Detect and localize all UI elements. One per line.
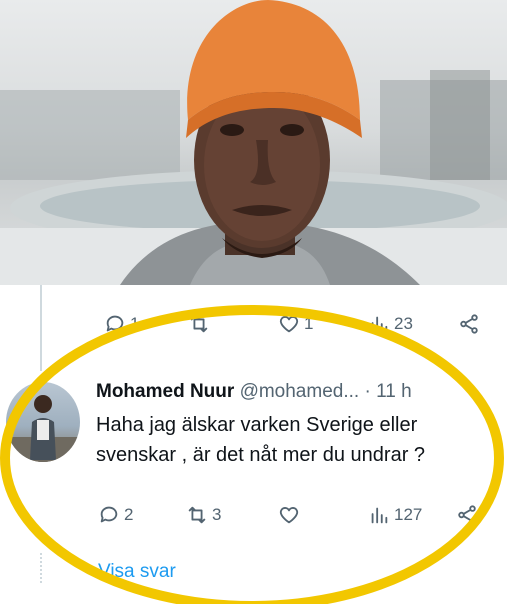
like-action[interactable]	[278, 504, 300, 526]
reply-count: 2	[124, 505, 134, 524]
retweet-icon	[190, 315, 208, 333]
portrait-image	[0, 0, 507, 285]
views-action-top[interactable]: 23	[368, 313, 413, 335]
retweet-action-top[interactable]	[188, 313, 210, 335]
views-icon	[371, 507, 388, 524]
avatar[interactable]	[6, 382, 80, 462]
like-count: 1	[304, 314, 314, 333]
author-handle[interactable]: @mohamed...	[240, 381, 360, 402]
reply-count: 1	[130, 314, 140, 333]
tweet-header: Mohamed Nuur @mohamed... · 11 h	[96, 381, 412, 403]
tweet-text-line-1: Haha jag älskar varken Sverige eller	[96, 414, 418, 436]
tweet-text: Haha jag älskar varken Sverige eller sve…	[96, 410, 486, 470]
thread-connector-line	[40, 285, 42, 371]
share-icon	[460, 314, 478, 334]
views-icon	[371, 316, 388, 333]
tweet-text-line-2: svenskar , är det nåt mer du undrar ?	[96, 444, 426, 466]
views-count: 127	[394, 505, 423, 524]
separator-dot: ·	[364, 381, 371, 402]
heart-icon	[279, 507, 299, 524]
retweet-icon	[188, 506, 206, 524]
avatar-image	[6, 395, 80, 462]
share-action[interactable]	[456, 504, 478, 526]
views-action[interactable]: 127	[368, 504, 422, 526]
reply-action-top[interactable]: 1	[104, 313, 139, 335]
timestamp[interactable]: 11 h	[376, 381, 412, 402]
reply-icon	[106, 315, 124, 332]
tweet-screenshot: 1 1 23 Mohamed Nuur @mohamed... · 11 h H…	[0, 285, 507, 604]
share-icon	[458, 505, 476, 525]
views-count: 23	[394, 314, 413, 333]
reply-action[interactable]: 2	[98, 504, 133, 526]
show-replies-link[interactable]: Visa svar	[98, 561, 176, 583]
retweet-count: 3	[212, 505, 222, 524]
retweet-action[interactable]: 3	[186, 504, 221, 526]
reply-icon	[100, 506, 118, 523]
like-action-top[interactable]: 1	[278, 313, 313, 335]
heart-icon	[279, 316, 299, 333]
thread-connector-dotted	[40, 553, 42, 583]
news-photo	[0, 0, 507, 285]
share-action-top[interactable]	[458, 313, 480, 335]
author-name[interactable]: Mohamed Nuur	[96, 381, 234, 402]
